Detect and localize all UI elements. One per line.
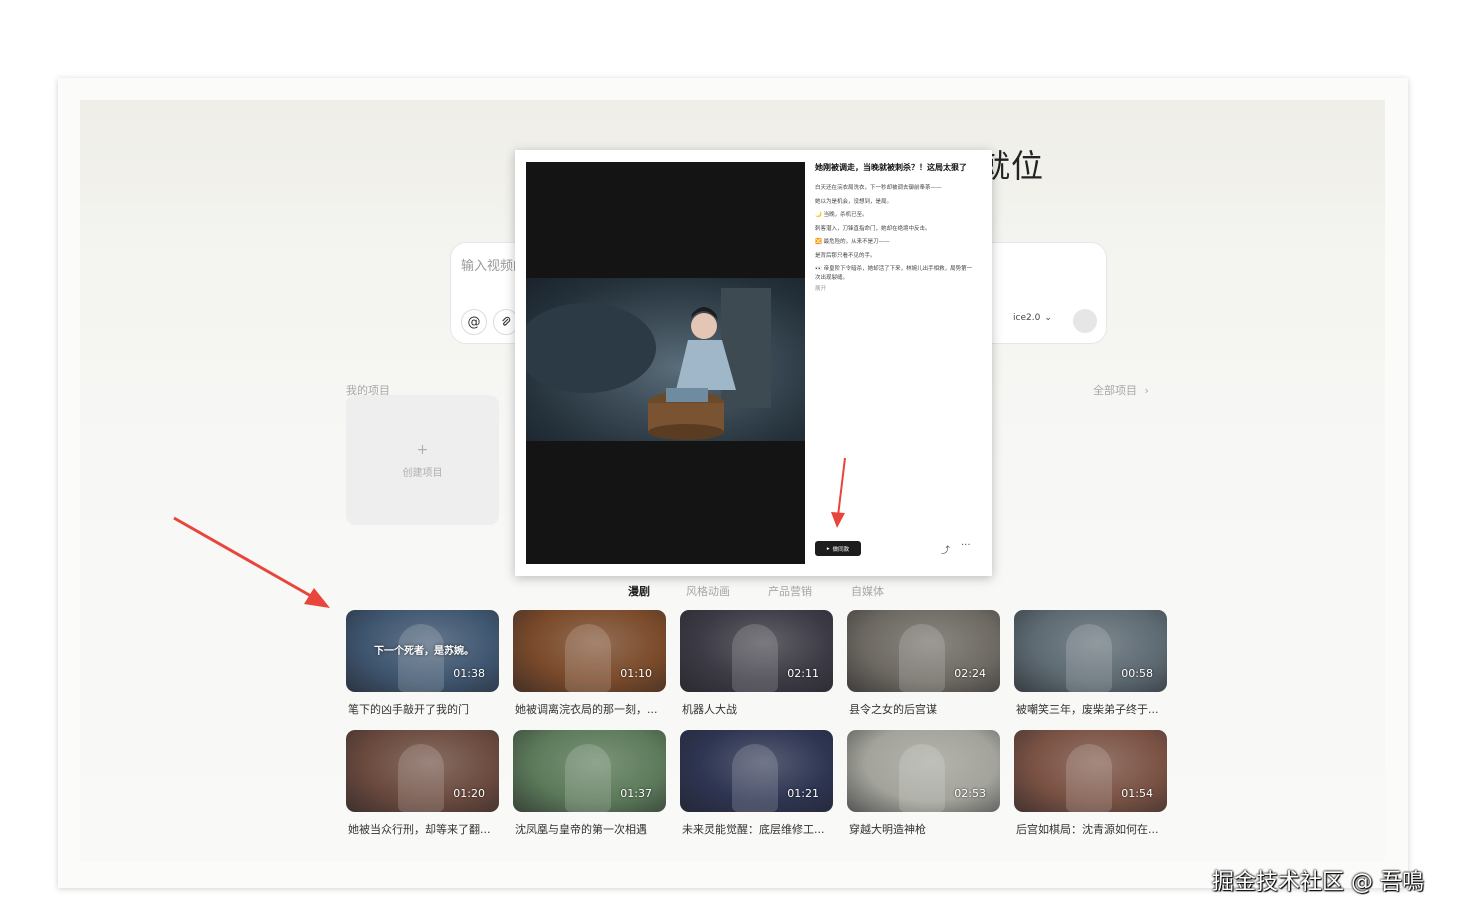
template-title: 后宫如棋局：沈青源如何在...: [1016, 823, 1159, 836]
video-frame: [516, 278, 805, 441]
video-title: 她刚被调走，当晚就被刺杀？！这局太狠了: [815, 163, 967, 172]
template-card[interactable]: 下一个死者，是苏婉。 01:38 笔下的凶手敲开了我的门: [346, 610, 499, 717]
video-preview-popup: 她刚被调走，当晚就被刺杀？！这局太狠了 白天还在浣衣局洗衣，下一秒却被调去御前奉…: [515, 150, 992, 576]
expand-link[interactable]: 展开: [815, 284, 975, 292]
desc-line: 是背后那只看不见的手。: [815, 252, 876, 259]
make-same-label: 做同款: [832, 546, 850, 553]
duration-badge: 01:20: [453, 787, 485, 800]
template-card[interactable]: 02:24 县令之女的后宫谋: [847, 610, 1000, 717]
template-thumbnail[interactable]: 02:24: [847, 610, 1000, 692]
duration-badge: 00:58: [1121, 667, 1153, 680]
desc-line: 👀 帝皇阶下令暗杀，她却活了下来，林婉儿出手相救，局势第一次出现裂缝。: [815, 266, 973, 281]
all-projects-link[interactable]: 全部项目 ›: [1093, 382, 1149, 398]
template-title: 县令之女的后宫谋: [849, 703, 937, 716]
template-card[interactable]: 02:11 机器人大战: [680, 610, 833, 717]
model-label: ice2.0: [1013, 313, 1041, 323]
thumbnail-figure: [565, 744, 611, 812]
chevron-down-icon: ⌄: [1044, 313, 1052, 323]
template-thumbnail[interactable]: 下一个死者，是苏婉。 01:38: [346, 610, 499, 692]
template-card[interactable]: 02:53 穿越大明造神枪: [847, 730, 1000, 837]
thumbnail-figure: [565, 624, 611, 692]
duration-badge: 02:11: [787, 667, 819, 680]
template-thumbnail[interactable]: 02:53: [847, 730, 1000, 812]
template-title: 被嘲笑三年，废柴弟子终于...: [1016, 703, 1159, 716]
desc-line: 刺客潜入，刀锋直指命门，她却在绝境中反击。: [815, 225, 931, 232]
template-thumbnail[interactable]: 01:54: [1014, 730, 1167, 812]
duration-badge: 01:38: [453, 667, 485, 680]
template-thumbnail[interactable]: 01:10: [513, 610, 666, 692]
make-same-button[interactable]: ▸ 做同款: [815, 541, 861, 556]
thumbnail-figure: [732, 624, 778, 692]
tab-style-animation[interactable]: 风格动画: [686, 583, 768, 599]
template-thumbnail[interactable]: 01:21: [680, 730, 833, 812]
template-card[interactable]: 01:37 沈凤凰与皇帝的第一次相遇: [513, 730, 666, 837]
at-icon[interactable]: @: [461, 309, 487, 335]
thumbnail-figure: [732, 744, 778, 812]
duration-badge: 01:37: [620, 787, 652, 800]
template-title: 未来灵能觉醒：底层维修工...: [682, 823, 825, 836]
template-thumbnail[interactable]: 00:58: [1014, 610, 1167, 692]
duration-badge: 01:10: [620, 667, 652, 680]
duration-badge: 02:24: [954, 667, 986, 680]
template-title: 机器人大战: [682, 703, 737, 716]
template-title: 沈凤凰与皇帝的第一次相遇: [515, 823, 647, 836]
template-thumbnail[interactable]: 01:37: [513, 730, 666, 812]
tab-self-media[interactable]: 自媒体: [851, 583, 884, 599]
tab-product-marketing[interactable]: 产品营销: [768, 583, 851, 599]
thumbnail-figure: [899, 744, 945, 812]
template-card[interactable]: 01:54 后宫如棋局：沈青源如何在...: [1014, 730, 1167, 837]
template-card[interactable]: 01:10 她被调离浣衣局的那一刻，...: [513, 610, 666, 717]
desc-line: 🌙 当晚，杀机已至。: [815, 212, 868, 218]
template-title: 穿越大明造神枪: [849, 823, 926, 836]
template-title: 笔下的凶手敲开了我的门: [348, 703, 469, 716]
thumbnail-figure: [398, 624, 444, 692]
thumbnail-figure: [899, 624, 945, 692]
template-card[interactable]: 00:58 被嘲笑三年，废柴弟子终于...: [1014, 610, 1167, 717]
tab-manju[interactable]: 漫剧: [628, 583, 686, 599]
template-title: 她被当众行刑，却等来了翻...: [348, 823, 491, 836]
desc-line: 她以为是机会，没想到，是局。: [815, 198, 893, 205]
create-project-label: 创建项目: [402, 467, 443, 479]
category-tabs: 漫剧 风格动画 产品营销 自媒体: [628, 583, 884, 599]
create-project-card[interactable]: + 创建项目: [346, 395, 499, 525]
plus-icon: +: [416, 441, 429, 458]
template-title: 她被调离浣衣局的那一刻，...: [515, 703, 658, 716]
duration-badge: 01:21: [787, 787, 819, 800]
watermark-text: 掘金技术社区 @ 吾鳴: [1212, 870, 1424, 895]
thumbnail-figure: [1066, 624, 1112, 692]
desc-line: 🔀 最危险的，从来不是刀——: [815, 239, 890, 245]
duration-badge: 02:53: [954, 787, 986, 800]
all-projects-label: 全部项目: [1093, 384, 1137, 397]
thumbnail-caption: 下一个死者，是苏婉。: [374, 646, 474, 657]
desc-line: 白天还在浣衣局洗衣，下一秒却被调去御前奉茶——: [815, 185, 942, 191]
template-card[interactable]: 01:20 她被当众行刑，却等来了翻...: [346, 730, 499, 837]
template-thumbnail[interactable]: 02:11: [680, 610, 833, 692]
thumbnail-figure: [1066, 744, 1112, 812]
video-description-panel: 她刚被调走，当晚就被刺杀？！这局太狠了 白天还在浣衣局洗衣，下一秒却被调去御前奉…: [815, 162, 975, 292]
send-button[interactable]: [1073, 309, 1097, 333]
thumbnail-figure: [398, 744, 444, 812]
chevron-right-icon: ›: [1144, 384, 1149, 397]
play-icon: ▸: [826, 545, 830, 552]
share-icon[interactable]: ⤴: [941, 543, 950, 556]
model-selector[interactable]: ice2.0 ⌄: [1013, 313, 1052, 323]
template-thumbnail[interactable]: 01:20: [346, 730, 499, 812]
video-player[interactable]: [516, 162, 805, 564]
more-icon[interactable]: ···: [961, 540, 971, 551]
template-card[interactable]: 01:21 未来灵能觉醒：底层维修工...: [680, 730, 833, 837]
duration-badge: 01:54: [1121, 787, 1153, 800]
